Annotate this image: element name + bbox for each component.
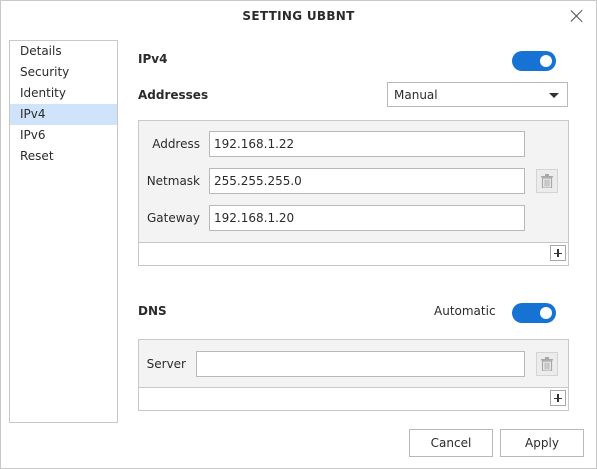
gateway-field[interactable]: 192.168.1.20	[209, 205, 525, 231]
dns-automatic-label: Automatic	[434, 304, 496, 318]
toggle-knob	[540, 55, 552, 67]
dns-panel-footer	[139, 387, 568, 410]
dns-server-field[interactable]	[196, 351, 525, 377]
ipv4-section-title: IPv4	[138, 52, 168, 66]
addresses-panel: Address 192.168.1.22 Netmask 255.255.255…	[138, 120, 569, 266]
netmask-field[interactable]: 255.255.255.0	[209, 168, 525, 194]
addresses-method-select[interactable]: Manual	[387, 82, 568, 107]
sidebar-item-label: Reset	[20, 149, 54, 163]
sidebar-item-ipv4[interactable]: IPv4	[10, 104, 117, 125]
dns-panel: Server	[138, 339, 569, 411]
addresses-panel-footer	[139, 242, 568, 265]
addresses-label: Addresses	[138, 88, 209, 102]
sidebar-item-security[interactable]: Security	[10, 62, 117, 83]
sidebar-item-details[interactable]: Details	[10, 41, 117, 62]
sidebar-item-label: Security	[20, 65, 70, 79]
sidebar: Details Security Identity IPv4 IPv6 Rese…	[9, 40, 118, 423]
address-label: Address	[152, 137, 200, 151]
netmask-label: Netmask	[146, 174, 200, 188]
add-address-button[interactable]	[550, 245, 566, 261]
apply-button[interactable]: Apply	[500, 429, 584, 457]
select-value: Manual	[394, 88, 438, 102]
settings-dialog: SETTING UBBNT Details Security Identity …	[0, 0, 597, 469]
title-bar: SETTING UBBNT	[1, 1, 596, 33]
dialog-title: SETTING UBBNT	[242, 9, 355, 23]
ipv4-toggle[interactable]	[512, 51, 556, 71]
close-icon[interactable]	[570, 9, 584, 23]
dns-section-title: DNS	[138, 304, 167, 318]
server-label: Server	[146, 357, 186, 371]
sidebar-item-label: IPv6	[20, 128, 46, 142]
sidebar-item-label: Details	[20, 44, 62, 58]
address-field[interactable]: 192.168.1.22	[209, 131, 525, 157]
trash-icon	[541, 174, 553, 188]
sidebar-item-label: Identity	[20, 86, 66, 100]
add-server-button[interactable]	[550, 390, 566, 406]
sidebar-item-identity[interactable]: Identity	[10, 83, 117, 104]
trash-icon	[541, 357, 553, 371]
toggle-knob	[540, 307, 552, 319]
gateway-label: Gateway	[146, 211, 200, 225]
chevron-down-icon	[549, 93, 559, 98]
dns-automatic-toggle[interactable]	[512, 303, 556, 323]
sidebar-item-label: IPv4	[20, 107, 46, 121]
delete-address-button[interactable]	[536, 169, 558, 193]
cancel-button[interactable]: Cancel	[409, 429, 493, 457]
sidebar-item-reset[interactable]: Reset	[10, 146, 117, 167]
delete-server-button[interactable]	[536, 352, 558, 376]
sidebar-item-ipv6[interactable]: IPv6	[10, 125, 117, 146]
